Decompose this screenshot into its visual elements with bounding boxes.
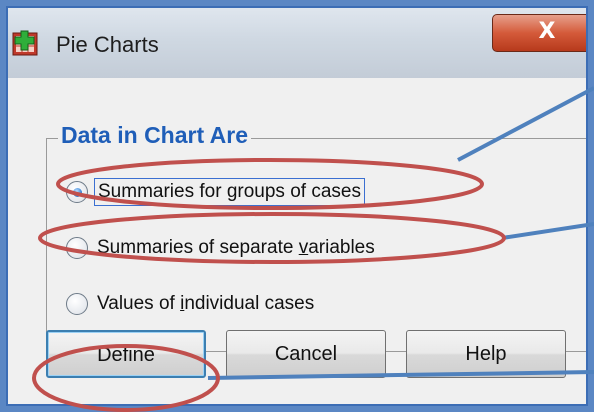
spss-chart-icon bbox=[12, 30, 38, 56]
close-icon: X bbox=[538, 19, 556, 44]
radio-button-selected[interactable] bbox=[66, 181, 88, 203]
radio-values-cases[interactable]: Values of individual cases bbox=[66, 288, 317, 320]
define-button[interactable]: Define bbox=[46, 330, 206, 378]
window-title: Pie Charts bbox=[56, 32, 159, 57]
dialog-body: Data in Chart Are Summaries for groups o… bbox=[8, 78, 586, 404]
radio-summaries-variables[interactable]: Summaries of separate variables bbox=[66, 232, 378, 264]
dialog-window: Pie Charts X Data in Chart Are Summaries… bbox=[6, 6, 588, 406]
help-button[interactable]: Help bbox=[406, 330, 566, 378]
cancel-button[interactable]: Cancel bbox=[226, 330, 386, 378]
radio-button[interactable] bbox=[66, 237, 88, 259]
radio-button[interactable] bbox=[66, 293, 88, 315]
radio-label-summaries-groups[interactable]: Summaries for groups of cases bbox=[94, 178, 365, 206]
radio-label-summaries-variables[interactable]: Summaries of separate variables bbox=[94, 235, 378, 261]
close-button[interactable]: X bbox=[492, 14, 586, 52]
groupbox-title: Data in Chart Are bbox=[58, 122, 252, 149]
radio-summaries-groups[interactable]: Summaries for groups of cases bbox=[66, 176, 365, 208]
title-bar[interactable]: Pie Charts X bbox=[8, 8, 586, 79]
radio-label-values-cases[interactable]: Values of individual cases bbox=[94, 291, 317, 317]
